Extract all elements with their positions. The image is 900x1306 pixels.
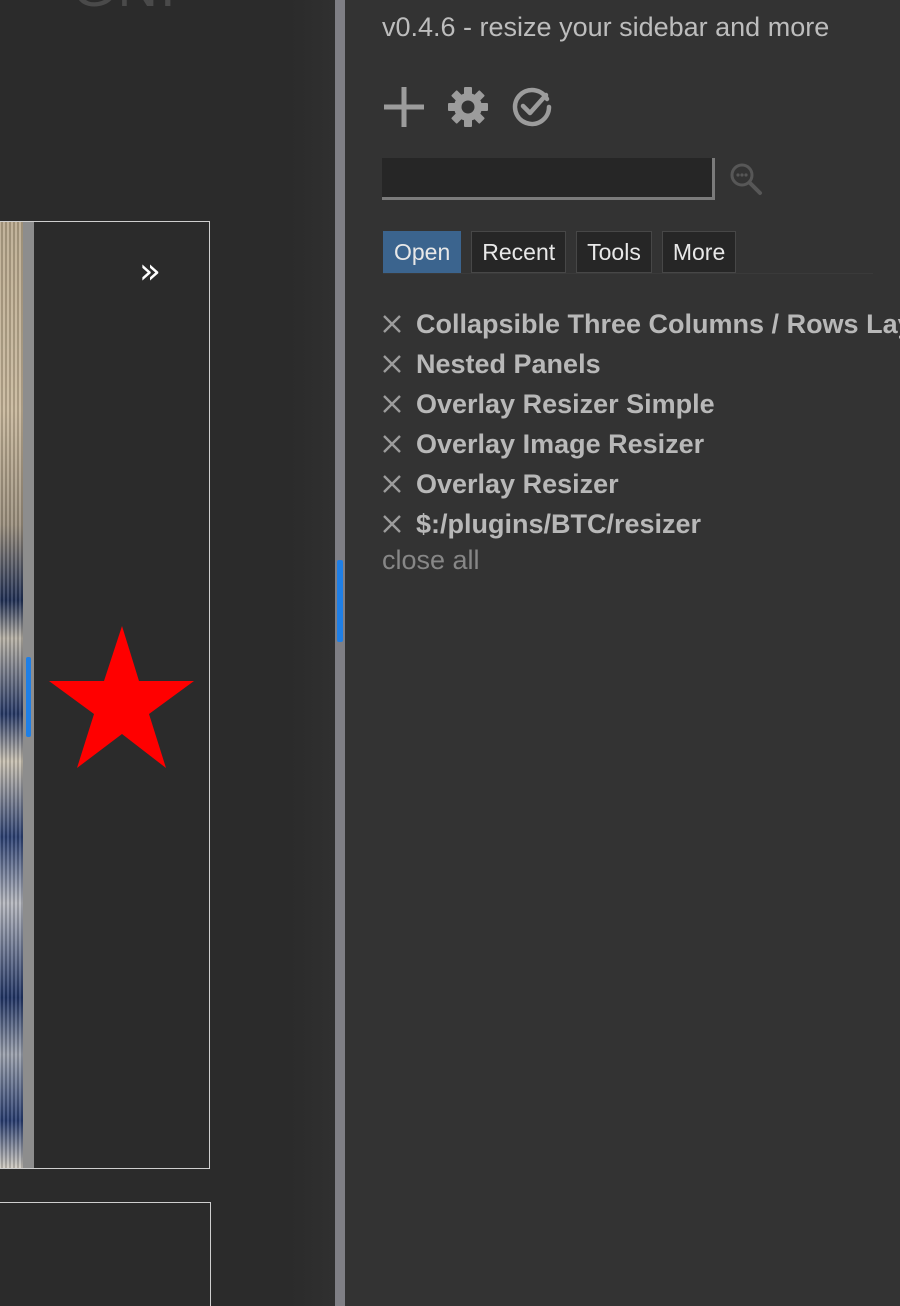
sidebar-resizer-handle[interactable] — [337, 560, 343, 642]
search-row — [382, 158, 763, 200]
close-icon[interactable] — [381, 313, 403, 335]
tab-more[interactable]: More — [661, 231, 737, 273]
open-tiddler-link[interactable]: Overlay Resizer Simple — [416, 389, 715, 420]
double-chevron-right-icon[interactable]: » — [139, 254, 161, 290]
tab-tools[interactable]: Tools — [576, 231, 652, 273]
close-icon[interactable] — [381, 433, 403, 455]
red-star-icon — [49, 626, 194, 768]
open-tiddlers-list: Collapsible Three Columns / Rows Layout … — [381, 304, 900, 544]
tab-recent[interactable]: Recent — [471, 231, 567, 273]
close-icon[interactable] — [381, 393, 403, 415]
list-item: Overlay Image Resizer — [381, 424, 900, 464]
next-tiddler-frame — [0, 1202, 211, 1306]
overlay-image — [0, 222, 23, 1168]
overlay-resizer-handle[interactable] — [26, 657, 31, 737]
close-icon[interactable] — [381, 513, 403, 535]
open-tiddler-link[interactable]: $:/plugins/BTC/resizer — [416, 509, 701, 540]
list-item: Nested Panels — [381, 344, 900, 384]
tab-divider — [383, 273, 873, 274]
story-river: GNI » — [0, 0, 335, 1306]
control-panel-button[interactable] — [446, 82, 490, 132]
list-item: Overlay Resizer Simple — [381, 384, 900, 424]
site-subtitle: v0.4.6 - resize your sidebar and more — [382, 12, 830, 42]
open-tiddler-link[interactable]: Collapsible Three Columns / Rows Layout — [416, 309, 900, 340]
tab-open[interactable]: Open — [383, 231, 462, 273]
list-item: Overlay Resizer — [381, 464, 900, 504]
close-icon[interactable] — [381, 473, 403, 495]
search-input[interactable] — [382, 158, 715, 200]
close-all-link[interactable]: close all — [382, 545, 480, 576]
save-changes-button[interactable] — [510, 82, 554, 132]
open-tiddler-link[interactable]: Overlay Image Resizer — [416, 429, 704, 460]
page-toolbar — [382, 82, 554, 132]
plus-icon — [384, 87, 424, 127]
sidebar-tabs: Open Recent Tools More — [383, 231, 737, 273]
list-item: Collapsible Three Columns / Rows Layout — [381, 304, 900, 344]
check-circle-icon — [512, 87, 552, 127]
gear-icon — [448, 87, 488, 127]
tiddler-title-fragment: GNI — [72, 0, 178, 19]
open-tiddler-link[interactable]: Nested Panels — [416, 349, 601, 380]
overlay-resizer-frame: » — [0, 221, 210, 1169]
open-tiddler-link[interactable]: Overlay Resizer — [416, 469, 619, 500]
sidebar: v0.4.6 - resize your sidebar and more Op… — [345, 0, 900, 1306]
close-icon[interactable] — [381, 353, 403, 375]
new-tiddler-button[interactable] — [382, 82, 426, 132]
sidebar-resizer[interactable] — [335, 0, 345, 1306]
list-item: $:/plugins/BTC/resizer — [381, 504, 900, 544]
search-icon[interactable] — [729, 162, 763, 196]
